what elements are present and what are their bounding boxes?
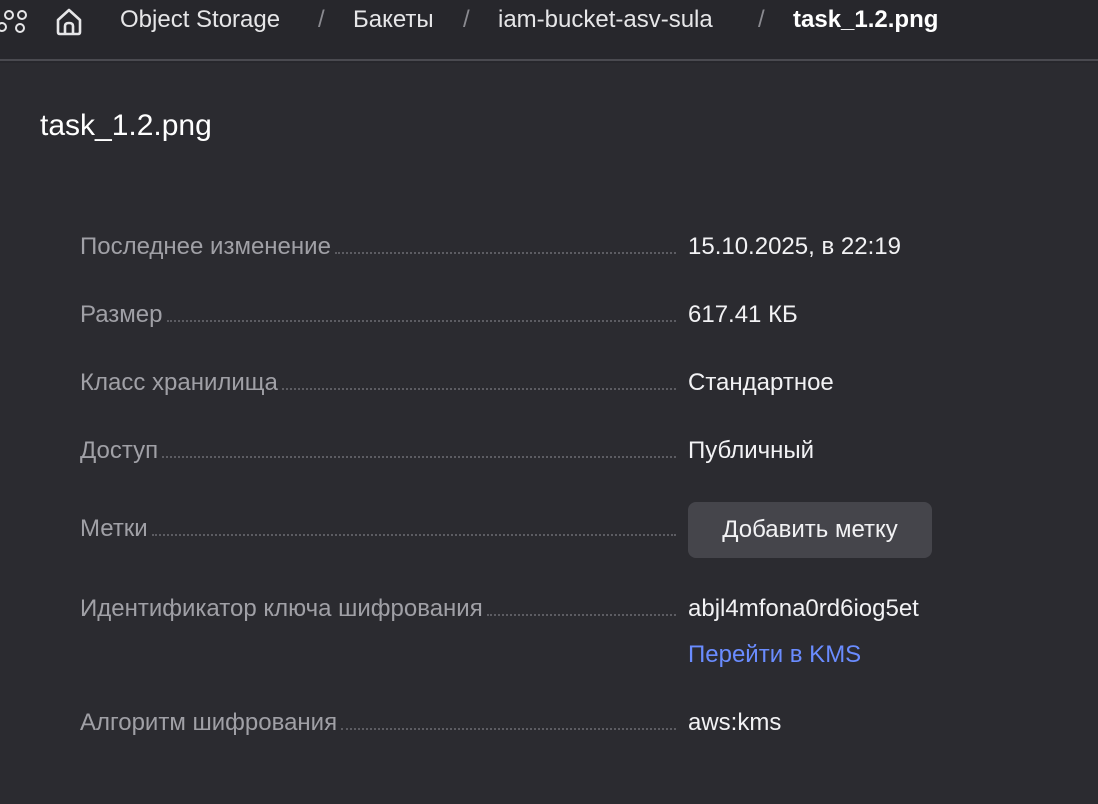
breadcrumb-buckets[interactable]: Бакеты bbox=[353, 6, 434, 34]
property-value: 15.10.2025, в 22:19 bbox=[688, 233, 901, 260]
property-value: 617.41 КБ bbox=[688, 301, 798, 328]
property-label: Идентификатор ключа шифрования bbox=[80, 595, 483, 622]
property-value: abjl4mfona0rd6iog5et bbox=[688, 595, 919, 622]
property-label: Алгоритм шифрования bbox=[80, 709, 338, 736]
dotted-leader bbox=[486, 614, 676, 616]
dotted-leader bbox=[151, 534, 676, 536]
home-icon[interactable] bbox=[53, 5, 85, 37]
add-tag-button[interactable]: Добавить метку bbox=[688, 502, 932, 558]
object-details: task_1.2.png Последнее изменение 15.10.2… bbox=[0, 63, 1098, 804]
property-label: Метки bbox=[80, 515, 148, 542]
property-label: Размер bbox=[80, 301, 163, 328]
dotted-leader bbox=[166, 320, 676, 322]
go-to-kms-link[interactable]: Перейти в KMS bbox=[688, 640, 861, 670]
breadcrumb-separator: / bbox=[758, 6, 765, 33]
page-title: task_1.2.png bbox=[40, 109, 212, 142]
property-value: aws:kms bbox=[688, 709, 782, 736]
dotted-leader bbox=[341, 728, 676, 730]
property-label: Класс хранилища bbox=[80, 369, 278, 396]
dotted-leader bbox=[334, 252, 676, 254]
dotted-leader bbox=[162, 456, 676, 458]
property-value: Стандартное bbox=[688, 369, 834, 396]
property-size: Размер 617.41 КБ bbox=[80, 300, 1080, 330]
dotted-leader bbox=[281, 388, 676, 390]
breadcrumb-separator: / bbox=[318, 6, 325, 33]
nodes-icon[interactable] bbox=[0, 7, 30, 35]
property-storage-class: Класс хранилища Стандартное bbox=[80, 368, 1080, 398]
property-label: Последнее изменение bbox=[80, 233, 331, 260]
breadcrumb-bucket[interactable]: iam-bucket-asv-sula bbox=[498, 6, 713, 34]
property-encryption-algorithm: Алгоритм шифрования aws:kms bbox=[80, 708, 1080, 738]
breadcrumb-object-storage[interactable]: Object Storage bbox=[120, 6, 280, 34]
breadcrumb-separator: / bbox=[463, 6, 470, 33]
property-value: Публичный bbox=[688, 437, 815, 464]
property-encryption-key: Идентификатор ключа шифрования abjl4mfon… bbox=[80, 594, 1080, 668]
header: Object Storage / Бакеты / iam-bucket-asv… bbox=[0, 0, 1098, 61]
property-access: Доступ Публичный bbox=[80, 436, 1080, 466]
property-last-modified: Последнее изменение 15.10.2025, в 22:19 bbox=[80, 232, 1080, 262]
property-label: Доступ bbox=[80, 437, 159, 464]
breadcrumb-current: task_1.2.png bbox=[793, 6, 939, 33]
property-tags: Метки Добавить метку bbox=[80, 502, 1080, 558]
